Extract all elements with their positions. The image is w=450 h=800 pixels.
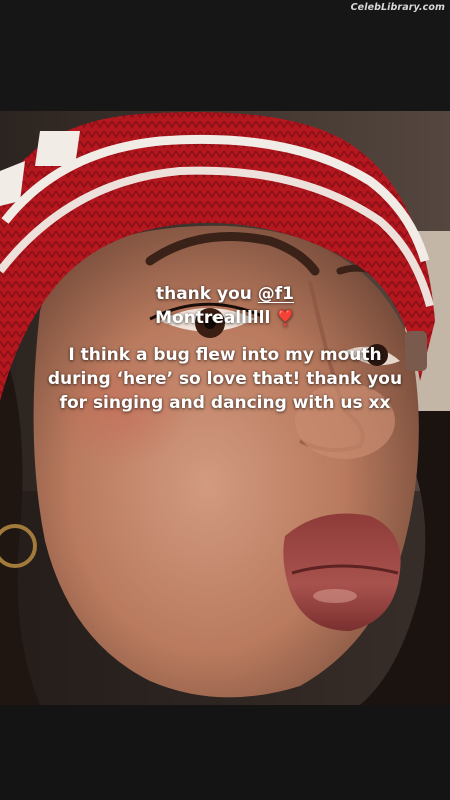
mention-link[interactable]: @f1: [258, 284, 294, 304]
caption-montreal: Montreallllll: [155, 308, 271, 328]
story-caption-body: I think a bug flew into my mouth during …: [47, 345, 403, 413]
watermark-text: CelebLibrary.com: [350, 2, 445, 13]
caption-thank-you: thank you: [155, 284, 252, 304]
bottom-bar: [0, 705, 450, 800]
heart-exclamation-icon: ❣️: [276, 309, 295, 327]
story-caption-header: thank you @f1 Montreallllll ❣️: [0, 282, 450, 330]
